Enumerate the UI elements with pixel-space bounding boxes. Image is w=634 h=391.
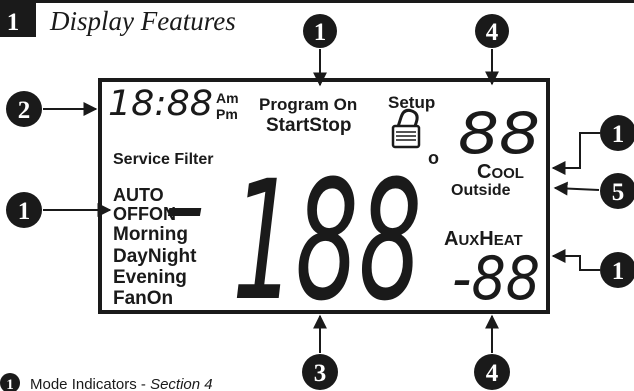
indoor-temperature-digits: 188: [232, 145, 422, 337]
legend-text: Mode Indicators - Section 4: [30, 376, 213, 391]
callout-left-modes: 1: [6, 192, 112, 228]
callout-top-digits: 4: [475, 14, 509, 86]
callout-number: 4: [486, 19, 499, 46]
mode-daynight: DayNight: [113, 246, 197, 267]
degree-symbol: o: [428, 148, 439, 168]
mode-morning: Morning: [113, 224, 188, 245]
callout-number: 5: [612, 179, 625, 206]
callout-arrow: [551, 249, 600, 271]
cool-indicator: COOL: [477, 161, 524, 183]
display-features-diagram: 1 Display Features 18:88 Am Pm Program O…: [0, 0, 634, 391]
program-on-indicator: Program On: [259, 95, 357, 114]
callout-bottom-outdoor: 4: [474, 314, 510, 390]
callout-right-outside: 5: [553, 173, 634, 209]
callout-number: 1: [612, 258, 625, 285]
mode-evening: Evening: [113, 267, 187, 288]
setup-indicator: Setup: [388, 93, 435, 112]
outside-indicator: Outside: [451, 182, 511, 199]
callout-number: 3: [314, 360, 327, 387]
callout-number: 1: [314, 19, 327, 46]
callout-number: 1: [18, 198, 31, 225]
setpoint-digits: 88: [458, 101, 540, 167]
page-title: Display Features: [49, 6, 236, 36]
callout-arrow: [551, 132, 600, 175]
clock-digits: 18:88: [108, 84, 213, 124]
callout-right-auxheat: 1: [551, 249, 634, 288]
callout-number: 4: [486, 360, 499, 387]
service-filter-indicator: Service Filter: [113, 151, 214, 168]
mode-auto: AUTO: [113, 185, 164, 205]
pm-indicator: Pm: [216, 106, 238, 122]
temperature-minus-sign: [167, 208, 202, 216]
callout-number: 1: [612, 121, 625, 148]
section-number: 1: [7, 9, 20, 36]
legend-number: 1: [6, 377, 14, 391]
startstop-indicator: StartStop: [266, 115, 352, 136]
callout-left-clock: 2: [6, 91, 98, 127]
callout-right-cool: 1: [551, 115, 634, 175]
callout-top-program: 1: [303, 14, 337, 87]
outdoor-temperature-digits: -88: [452, 244, 540, 314]
am-indicator: Am: [216, 90, 239, 106]
callout-number: 2: [18, 97, 31, 124]
mode-offon: OFFON: [113, 204, 176, 224]
callout-arrow: [553, 181, 600, 196]
legend-item-1: 1 Mode Indicators - Section 4: [0, 373, 213, 391]
mode-fanon: FanOn: [113, 288, 173, 309]
